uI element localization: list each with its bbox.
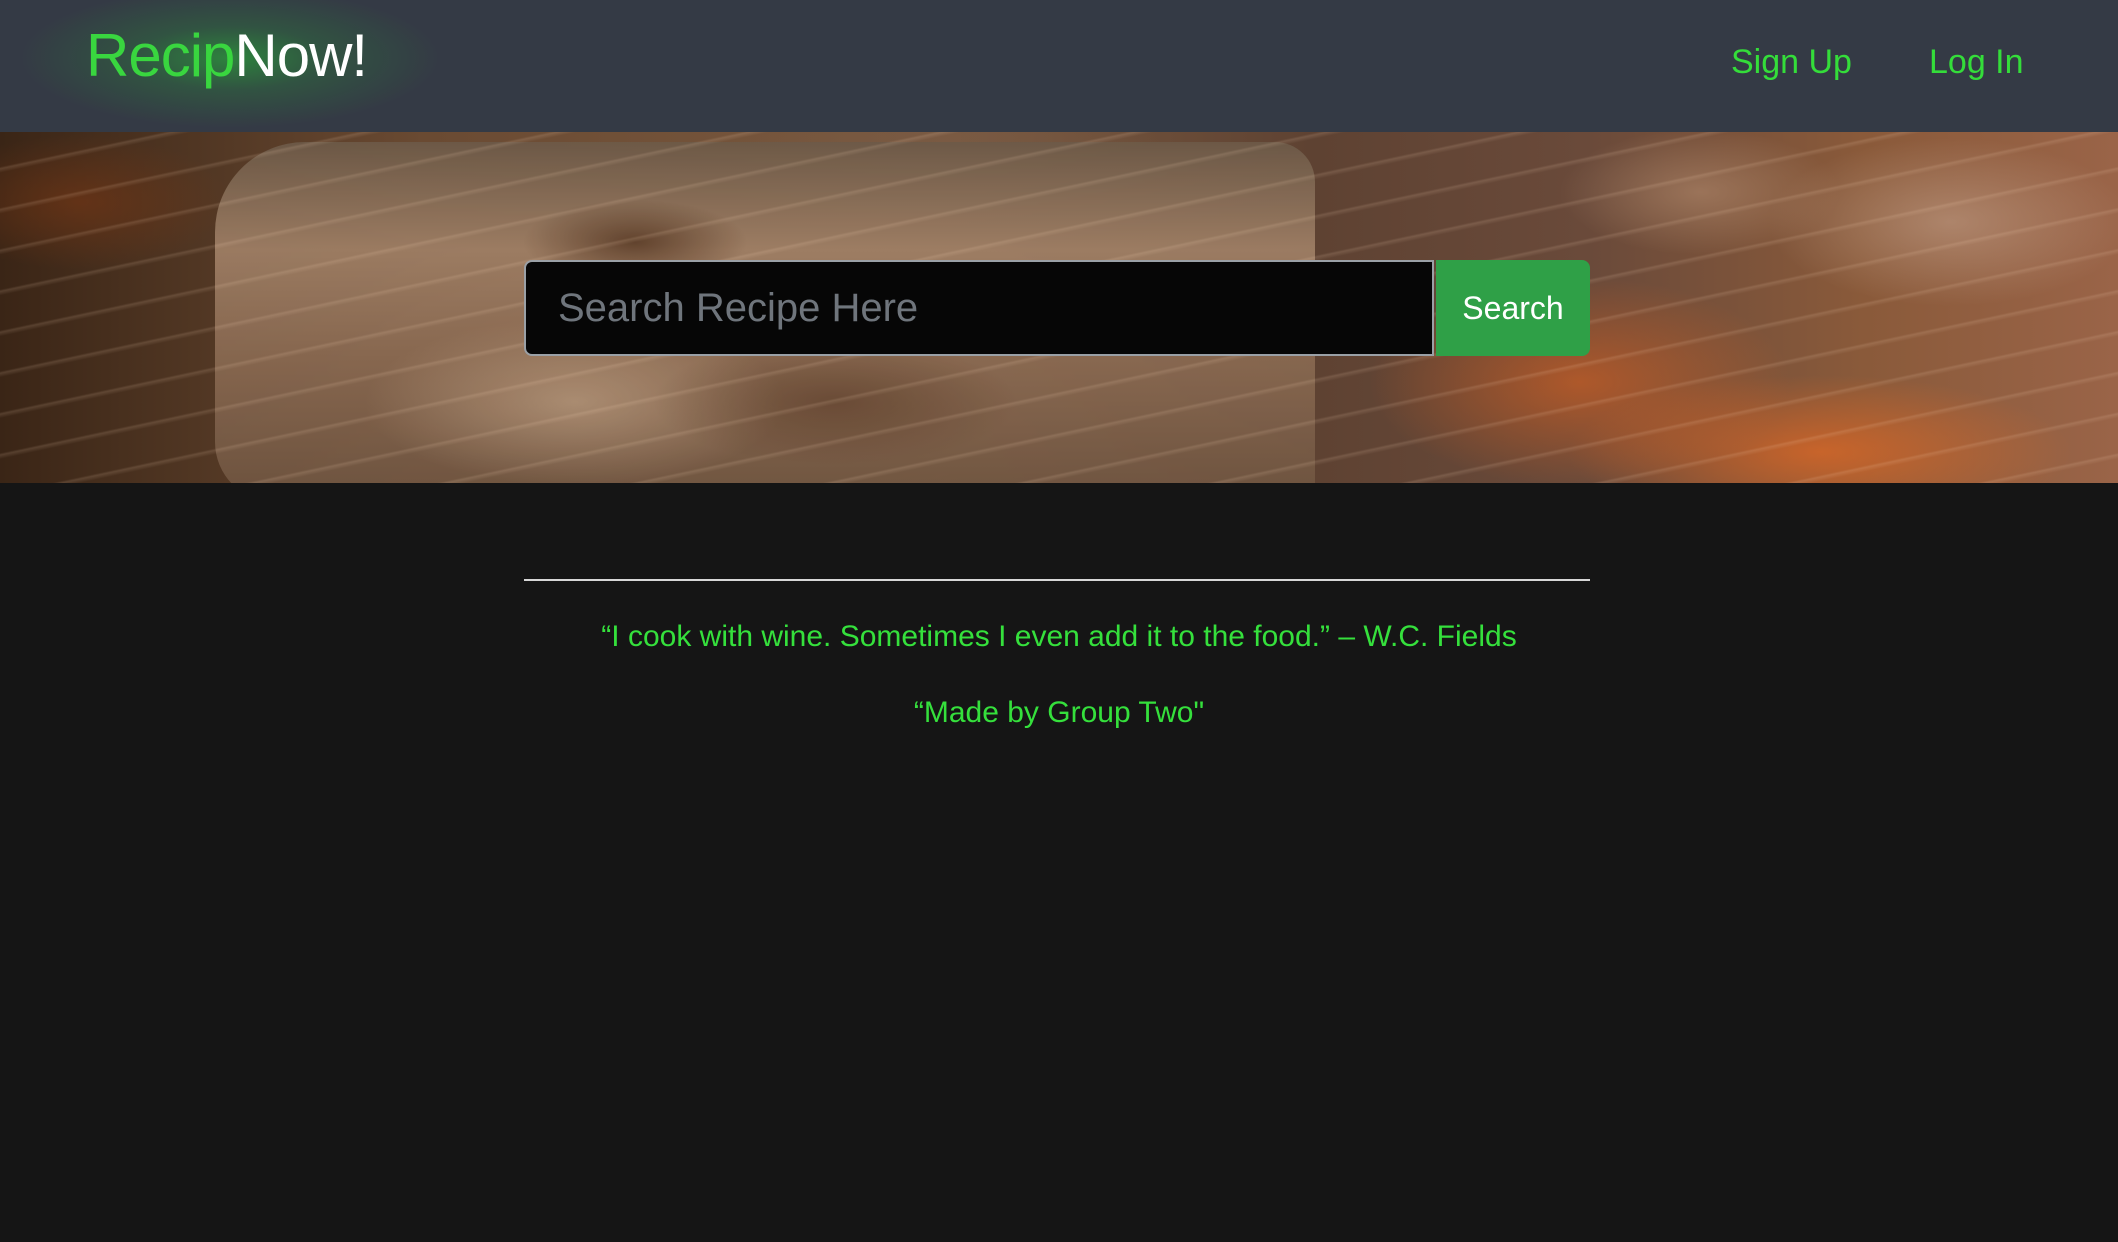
divider [524,579,1590,581]
login-link[interactable]: Log In [1929,40,2024,84]
search-bar: Search [524,260,1590,356]
search-button[interactable]: Search [1436,260,1590,356]
search-input[interactable] [524,260,1434,356]
footer-quote: “I cook with wine. Sometimes I even add … [601,620,1517,653]
signup-link[interactable]: Sign Up [1731,40,1852,84]
hero-banner-image: Search [0,132,2118,483]
navbar: RecipNow! Sign Up Log In [0,0,2118,132]
brand-logo-recip: Recip [86,22,235,89]
brand-logo[interactable]: RecipNow! [86,18,368,94]
footer-credit: “Made by Group Two" [913,696,1205,729]
brand-logo-now: Now! [234,22,368,89]
